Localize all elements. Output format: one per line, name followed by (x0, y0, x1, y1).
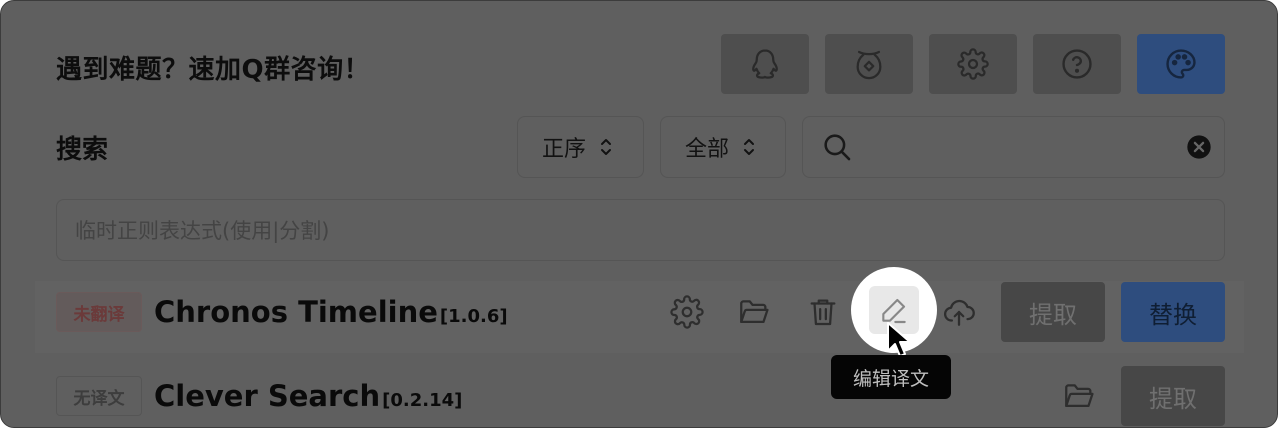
status-badge: 无译文 (56, 376, 142, 416)
help-button[interactable] (1033, 34, 1121, 94)
order-select[interactable]: 正序 (517, 116, 644, 178)
search-label: 搜索 (56, 135, 109, 165)
plugin-name: Clever Search [0.2.14] (154, 379, 462, 413)
plugin-version: [1.0.6] (439, 306, 508, 327)
qq-penguin-icon (745, 44, 785, 84)
status-badge: 未翻译 (56, 292, 142, 332)
gear-icon (953, 44, 993, 84)
upload-cloud-icon[interactable] (939, 292, 979, 332)
folder-icon[interactable] (1059, 376, 1099, 416)
plugin-manager-window: 遇到难题？速加Q群咨询！ 搜索 正序 全部 临时正则表达式(使用|分割) 未翻译… (0, 0, 1278, 428)
chevron-up-down-icon (598, 136, 614, 158)
theme-button[interactable] (1137, 34, 1225, 94)
extract-button[interactable]: 提取 (1001, 282, 1105, 342)
qq-button[interactable] (721, 34, 809, 94)
extract-button[interactable]: 提取 (1121, 366, 1225, 426)
tooltip: 编辑译文 (831, 355, 951, 399)
replace-button[interactable]: 替换 (1121, 282, 1225, 342)
coin-purse-icon (849, 44, 889, 84)
settings-icon[interactable] (667, 292, 707, 332)
search-input[interactable] (802, 116, 1225, 178)
plugin-name: Chronos Timeline [1.0.6] (154, 295, 508, 329)
trash-icon[interactable] (803, 292, 843, 332)
order-select-value: 正序 (542, 137, 587, 162)
settings-button[interactable] (929, 34, 1017, 94)
plugin-name-text: Clever Search (154, 379, 381, 413)
question-circle-icon (1057, 44, 1097, 84)
palette-icon (1161, 44, 1201, 84)
filter-select[interactable]: 全部 (660, 116, 786, 178)
regex-placeholder: 临时正则表达式(使用|分割) (75, 219, 330, 243)
clear-icon[interactable] (1179, 127, 1219, 167)
filter-select-value: 全部 (685, 137, 730, 162)
folder-icon[interactable] (734, 292, 774, 332)
search-icon (817, 127, 857, 167)
chevron-up-down-icon (741, 136, 757, 158)
plugin-version: [0.2.14] (382, 390, 463, 411)
plugin-name-text: Chronos Timeline (154, 295, 438, 329)
donate-button[interactable] (825, 34, 913, 94)
regex-input[interactable]: 临时正则表达式(使用|分割) (56, 199, 1225, 261)
page-title: 遇到难题？速加Q群咨询！ (56, 55, 371, 85)
